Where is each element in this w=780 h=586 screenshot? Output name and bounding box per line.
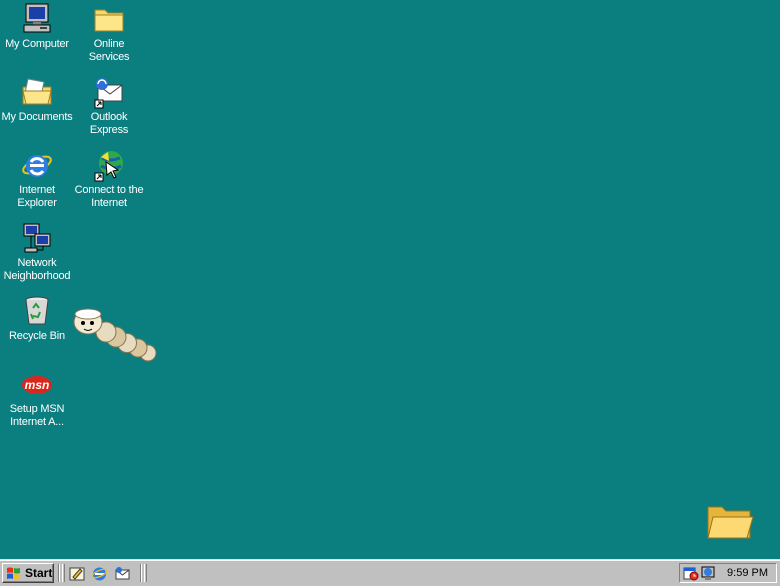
outlook-express-icon (94, 78, 123, 109)
system-tray: 9:59 PM (679, 563, 777, 583)
my-computer-icon (23, 3, 51, 33)
network-neighborhood-icon (23, 223, 51, 253)
windows-logo-icon (7, 567, 20, 580)
desktop-icon-setup-msn[interactable]: msn Setup MSN Internet A... (0, 367, 74, 429)
folder-icon[interactable] (705, 503, 755, 541)
desktop-icon-network-neighborhood[interactable]: Network Neighborhood (0, 221, 74, 283)
desktop[interactable]: My Computer Online Services My Documents… (0, 0, 780, 559)
taskbar-separator (140, 564, 142, 582)
scheduler-icon[interactable] (683, 565, 699, 581)
desktop-icon-online-services[interactable]: Online Services (72, 2, 146, 64)
desktop-icon-label: Internet Explorer (17, 184, 57, 209)
internet-explorer-icon[interactable] (91, 565, 108, 582)
connect-internet-icon (94, 151, 123, 182)
clock[interactable]: 9:59 PM (727, 567, 768, 579)
caterpillar-desktop-pet[interactable] (68, 306, 160, 366)
desktop-icon-internet-explorer[interactable]: Internet Explorer (0, 148, 74, 210)
start-button[interactable]: Start (2, 563, 54, 583)
desktop-icon-recycle-bin[interactable]: Recycle Bin (0, 294, 74, 343)
taskbar-separator (58, 564, 60, 582)
task-area-grip[interactable] (144, 564, 147, 582)
desktop-icon-label: My Computer (5, 38, 69, 50)
show-desktop-icon[interactable] (69, 565, 86, 582)
quick-launch-grip[interactable] (62, 564, 65, 582)
desktop-icon-label: My Documents (1, 111, 73, 123)
desktop-icon-label: Connect to the Internet (74, 184, 144, 209)
desktop-icon-outlook-express[interactable]: Outlook Express (72, 75, 146, 137)
desktop-icon-my-computer[interactable]: My Computer (0, 2, 74, 51)
msn-logo-text: msn (25, 378, 50, 392)
desktop-icon-label: Online Services (88, 38, 130, 63)
internet-explorer-icon (22, 155, 52, 177)
desktop-icon-connect-internet[interactable]: Connect to the Internet (72, 148, 146, 210)
taskbar: Start 9:59 PM (0, 559, 780, 586)
network-status-icon[interactable] (700, 565, 716, 581)
desktop-icon-label: Outlook Express (89, 111, 129, 136)
desktop-icon-my-documents[interactable]: My Documents (0, 75, 74, 124)
desktop-icon-label: Recycle Bin (9, 330, 65, 342)
folder-icon (94, 9, 124, 32)
msn-icon: msn (22, 376, 52, 394)
my-documents-icon (22, 78, 52, 105)
desktop-icon-label: Network Neighborhood (3, 257, 71, 282)
start-label: Start (25, 566, 53, 580)
recycle-bin-icon (25, 296, 49, 325)
outlook-express-icon[interactable] (114, 565, 131, 582)
desktop-icon-label: Setup MSN Internet A... (9, 403, 65, 428)
